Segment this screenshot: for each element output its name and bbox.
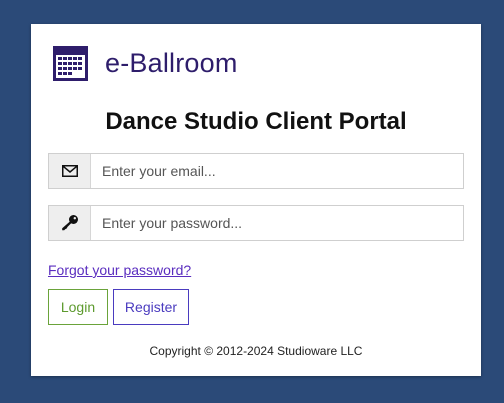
copyright-text: Copyright © 2012-2024 Studioware LLC (149, 344, 363, 358)
page-title: Dance Studio Client Portal (105, 108, 407, 135)
envelope-icon (49, 154, 91, 188)
calendar-grid-icon (53, 46, 88, 81)
password-field-group (48, 205, 464, 241)
password-input[interactable] (91, 206, 463, 240)
login-button[interactable]: Login (48, 289, 108, 325)
brand-name: e-Ballroom (105, 48, 238, 78)
key-icon (49, 206, 91, 240)
email-input[interactable] (91, 154, 463, 188)
brand-header: e-Ballroom (53, 46, 238, 81)
forgot-password-link[interactable]: Forgot your password? (48, 262, 191, 278)
login-card: e-Ballroom Dance Studio Client Portal Fo… (31, 24, 481, 376)
register-button[interactable]: Register (113, 289, 189, 325)
email-field-group (48, 153, 464, 189)
